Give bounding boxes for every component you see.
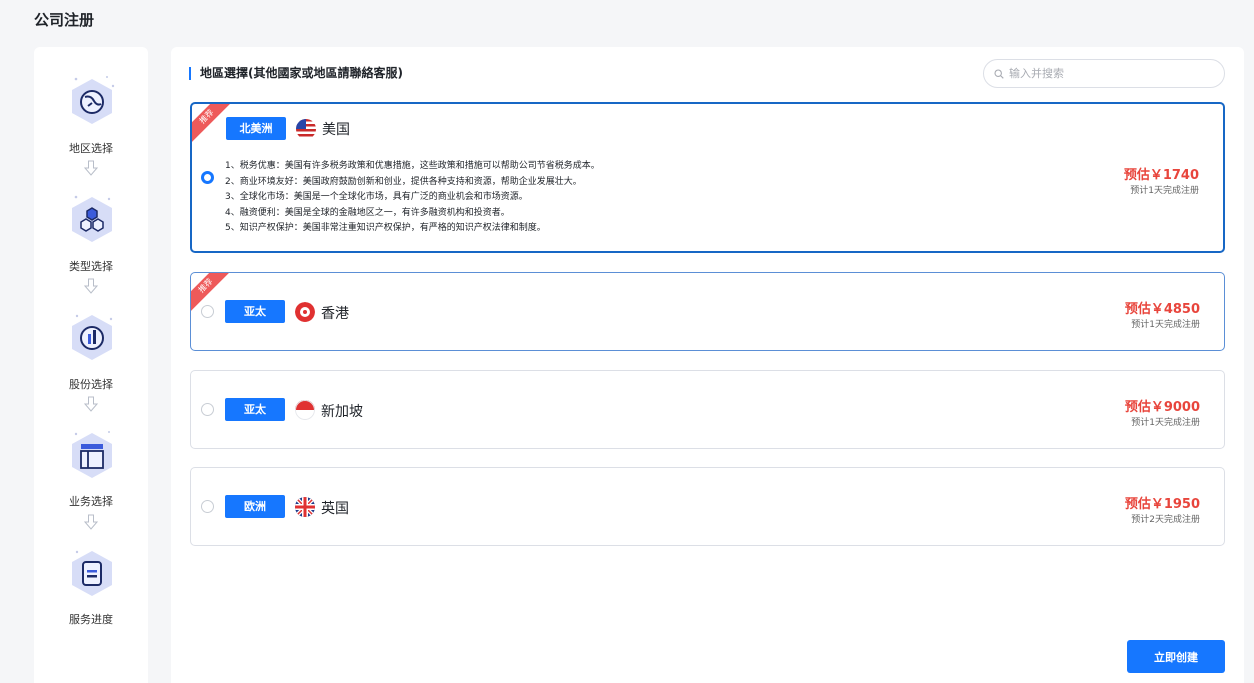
arrow-down-icon (83, 514, 99, 530)
region-card-usa[interactable]: 推荐 北美洲 美国 1、税务优惠：美国有许多税务政策和优惠措施，这些政策和措施可… (190, 102, 1225, 253)
hexagons-icon[interactable] (67, 191, 117, 247)
step-label-progress[interactable]: 服务进度 (34, 611, 148, 627)
page-title: 公司注册 (34, 11, 95, 29)
steps-sidebar: 地区选择 类型选择 股份选择 业务选择 服务进度 (34, 47, 148, 683)
arrow-down-icon (83, 278, 99, 294)
search-icon (994, 64, 1004, 83)
step-label-business[interactable]: 业务选择 (34, 493, 148, 509)
eta-text: 预计1天完成注册 (1130, 186, 1199, 196)
region-details: 1、税务优惠：美国有许多税务政策和优惠措施，这些政策和措施可以帮助公司节省税务成… (225, 159, 600, 237)
us-flag-icon (296, 119, 316, 139)
region-card-singapore[interactable]: 亚太 新加坡 预估￥9000 预计1天完成注册 (190, 370, 1225, 449)
region-radio[interactable] (201, 171, 214, 184)
country-name: 新加坡 (321, 404, 363, 420)
eta-text: 预计2天完成注册 (1131, 515, 1200, 525)
section-title: 地區選擇(其他國家或地區請聯絡客服) (189, 67, 403, 80)
detail-line: 3、全球化市场：美国是一个全球化市场，具有广泛的商业机会和市场资源。 (225, 192, 528, 202)
layout-icon[interactable] (67, 427, 117, 483)
price-estimate: 预估￥1950 (1124, 497, 1200, 512)
detail-line: 5、知识产权保护：美国非常注重知识产权保护，有严格的知识产权法律和制度。 (225, 223, 546, 233)
arrow-down-icon (83, 160, 99, 176)
main-panel: 地區選擇(其他國家或地區請聯絡客服) 推荐 北美洲 美国 1、税务优惠：美国有许… (171, 47, 1244, 683)
region-radio[interactable] (201, 500, 214, 513)
step-label-region[interactable]: 地区选择 (34, 140, 148, 156)
eta-text: 预计1天完成注册 (1131, 418, 1200, 428)
arrow-down-icon (83, 396, 99, 412)
sg-flag-icon (295, 400, 315, 420)
hk-flag-icon (295, 302, 315, 322)
uk-flag-icon (295, 497, 315, 517)
create-button[interactable]: 立即创建 (1127, 640, 1225, 673)
step-label-type[interactable]: 类型选择 (34, 258, 148, 274)
region-tag: 欧洲 (225, 495, 285, 518)
region-tag: 北美洲 (226, 117, 286, 140)
region-radio[interactable] (201, 403, 214, 416)
price-estimate: 预估￥9000 (1124, 400, 1200, 415)
region-radio[interactable] (201, 305, 214, 318)
globe-icon[interactable] (67, 73, 117, 129)
step-label-shares[interactable]: 股份选择 (34, 376, 148, 392)
region-tag: 亚太 (225, 398, 285, 421)
eta-text: 预计1天完成注册 (1131, 320, 1200, 330)
country-name: 香港 (321, 306, 349, 322)
document-icon[interactable] (67, 545, 117, 601)
search-box[interactable] (983, 59, 1225, 88)
country-name: 英国 (321, 501, 349, 517)
region-tag: 亚太 (225, 300, 285, 323)
detail-line: 2、商业环境友好：美国政府鼓励创新和创业，提供各种支持和资源，帮助企业发展壮大。 (225, 176, 582, 187)
region-card-uk[interactable]: 欧洲 英国 预估￥1950 预计2天完成注册 (190, 467, 1225, 546)
price-estimate: 预估￥4850 (1124, 302, 1200, 317)
detail-line: 4、融资便利：美国是全球的金融地区之一，有许多融资机构和投资者。 (225, 207, 510, 218)
region-card-hongkong[interactable]: 推荐 亚太 香港 预估￥4850 预计1天完成注册 (190, 272, 1225, 351)
search-input[interactable] (1009, 67, 1209, 80)
pie-chart-icon[interactable] (67, 309, 117, 365)
detail-line: 1、税务优惠：美国有许多税务政策和优惠措施，这些政策和措施可以帮助公司节省税务成… (225, 161, 600, 171)
price-estimate: 预估￥1740 (1123, 168, 1199, 183)
country-name: 美国 (322, 122, 350, 138)
